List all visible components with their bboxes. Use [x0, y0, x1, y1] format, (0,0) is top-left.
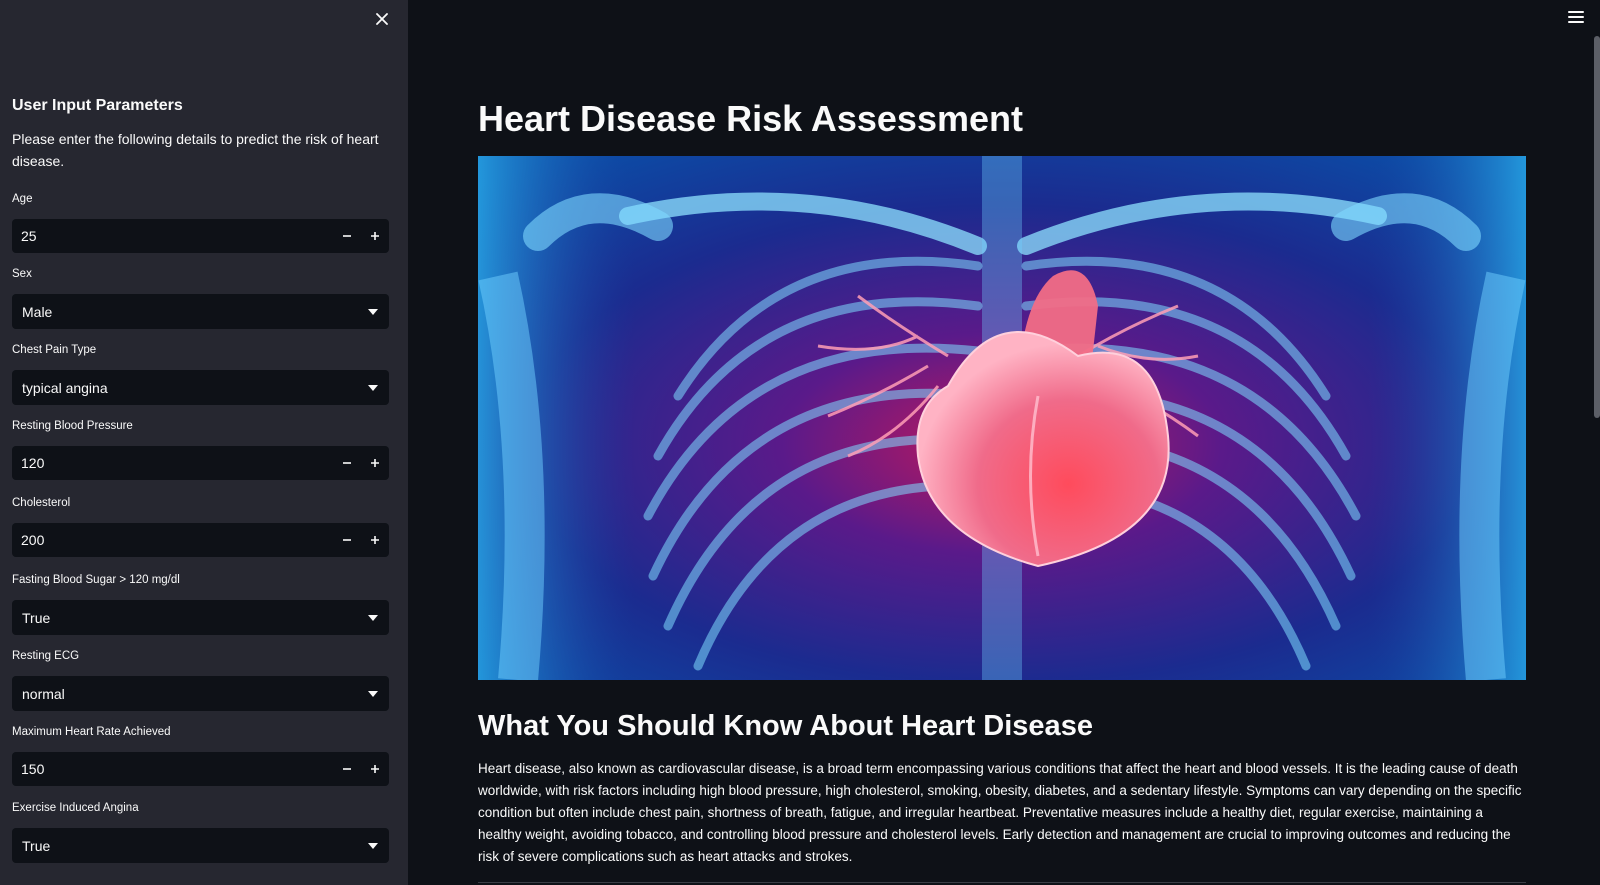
minus-icon [343, 768, 351, 770]
cholesterol-value[interactable]: 200 [12, 532, 333, 548]
age-value[interactable]: 25 [12, 228, 333, 244]
heart-xray-illustration [478, 156, 1526, 680]
section-title: What You Should Know About Heart Disease [478, 710, 1093, 742]
minus-icon [343, 235, 351, 237]
heart-disease-info-text: Heart disease, also known as cardiovascu… [478, 761, 1522, 864]
main-content: Heart Disease Risk Assessment What You S… [408, 0, 1600, 885]
cholesterol-label: Cholesterol [12, 497, 71, 509]
resting-bp-input[interactable]: 120 [12, 446, 389, 480]
resting-bp-label: Resting Blood Pressure [12, 420, 133, 432]
app-root: User Input Parameters Please enter the f… [0, 0, 1600, 885]
max-hr-field: Maximum Heart Rate Achieved 150 [12, 724, 389, 786]
close-icon [376, 13, 388, 25]
fasting-bs-label: Fasting Blood Sugar > 120 mg/dl [12, 574, 180, 586]
chest-pain-label: Chest Pain Type [12, 344, 97, 356]
chevron-down-icon[interactable] [357, 384, 389, 391]
minus-icon [343, 462, 351, 464]
resting-bp-increment-button[interactable] [361, 446, 389, 480]
age-increment-button[interactable] [361, 219, 389, 253]
exercise-angina-field: Exercise Induced Angina True [12, 800, 389, 863]
max-hr-label: Maximum Heart Rate Achieved [12, 726, 171, 738]
divider [478, 882, 1526, 883]
resting-ecg-value: normal [22, 685, 65, 702]
resting-bp-decrement-button[interactable] [333, 446, 361, 480]
age-input[interactable]: 25 [12, 219, 389, 253]
age-field: Age 25 [12, 191, 389, 253]
resting-bp-value[interactable]: 120 [12, 455, 333, 471]
sex-label: Sex [12, 268, 32, 280]
chest-pain-field: Chest Pain Type typical angina [12, 342, 389, 405]
cholesterol-field: Cholesterol 200 [12, 495, 389, 557]
cholesterol-increment-button[interactable] [361, 523, 389, 557]
hamburger-menu-icon [1568, 11, 1584, 13]
scrollbar[interactable] [1594, 36, 1600, 418]
page-title: Heart Disease Risk Assessment [478, 98, 1023, 139]
chevron-down-icon[interactable] [357, 842, 389, 849]
sidebar-description: Please enter the following details to pr… [12, 131, 379, 169]
sex-value: Male [22, 303, 53, 320]
chevron-down-icon[interactable] [357, 308, 389, 315]
resting-bp-field: Resting Blood Pressure 120 [12, 418, 389, 480]
sidebar-title: User Input Parameters [12, 97, 183, 114]
resting-ecg-select[interactable]: normal [12, 676, 389, 711]
heart-xray-image [478, 156, 1526, 680]
minus-icon [343, 539, 351, 541]
hamburger-menu-button[interactable] [1568, 11, 1584, 25]
sidebar-header: User Input Parameters Please enter the f… [12, 94, 389, 172]
chevron-down-icon[interactable] [357, 614, 389, 621]
sidebar: User Input Parameters Please enter the f… [0, 0, 408, 885]
cholesterol-input[interactable]: 200 [12, 523, 389, 557]
plus-icon [371, 232, 379, 240]
fasting-bs-select[interactable]: True [12, 600, 389, 635]
chest-pain-select[interactable]: typical angina [12, 370, 389, 405]
exercise-angina-select[interactable]: True [12, 828, 389, 863]
chest-pain-value: typical angina [22, 379, 108, 396]
sex-field: Sex Male [12, 266, 389, 329]
sex-select[interactable]: Male [12, 294, 389, 329]
age-label: Age [12, 193, 33, 205]
chevron-down-icon[interactable] [357, 690, 389, 697]
close-sidebar-button[interactable] [372, 9, 392, 29]
exercise-angina-value: True [22, 837, 51, 854]
age-decrement-button[interactable] [333, 219, 361, 253]
exercise-angina-label: Exercise Induced Angina [12, 802, 139, 814]
fasting-bs-value: True [22, 609, 51, 626]
plus-icon [371, 459, 379, 467]
max-hr-input[interactable]: 150 [12, 752, 389, 786]
max-hr-decrement-button[interactable] [333, 752, 361, 786]
fasting-bs-field: Fasting Blood Sugar > 120 mg/dl True [12, 572, 389, 635]
resting-ecg-field: Resting ECG normal [12, 648, 389, 711]
cholesterol-decrement-button[interactable] [333, 523, 361, 557]
plus-icon [371, 765, 379, 773]
max-hr-increment-button[interactable] [361, 752, 389, 786]
plus-icon [371, 536, 379, 544]
max-hr-value[interactable]: 150 [12, 761, 333, 777]
resting-ecg-label: Resting ECG [12, 650, 80, 662]
